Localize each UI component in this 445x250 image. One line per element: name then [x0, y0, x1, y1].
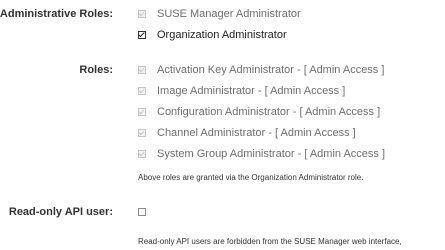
- readonly-api-user-option[interactable]: [138, 205, 146, 219]
- role-image-administrator: Image Administrator - [ Admin Access ]: [138, 84, 345, 98]
- organization-administrator-option[interactable]: Organization Administrator: [138, 28, 287, 42]
- role-system-group-administrator-label: System Group Administrator - [ Admin Acc…: [157, 148, 386, 160]
- role-activation-key-administrator-label: Activation Key Administrator - [ Admin A…: [157, 64, 385, 76]
- role-channel-administrator-label: Channel Administrator - [ Admin Access ]: [157, 127, 356, 139]
- role-channel-administrator-checkbox: [138, 129, 146, 137]
- administrative-roles-label: Administrative Roles:: [0, 8, 113, 20]
- role-activation-key-administrator-checkbox: [138, 66, 146, 74]
- readonly-api-help-text: Read-only API users are forbidden from t…: [138, 237, 402, 246]
- roles-help-text: Above roles are granted via the Organiza…: [138, 173, 364, 182]
- readonly-api-user-checkbox[interactable]: [138, 208, 146, 216]
- role-system-group-administrator: System Group Administrator - [ Admin Acc…: [138, 147, 385, 161]
- suse-manager-administrator-label: SUSE Manager Administrator: [157, 8, 301, 20]
- role-channel-administrator: Channel Administrator - [ Admin Access ]: [138, 126, 356, 140]
- suse-manager-administrator-option: SUSE Manager Administrator: [138, 7, 301, 21]
- role-system-group-administrator-checkbox: [138, 150, 146, 158]
- suse-manager-administrator-checkbox: [138, 10, 146, 18]
- organization-administrator-label[interactable]: Organization Administrator: [157, 28, 287, 42]
- role-configuration-administrator-checkbox: [138, 108, 146, 116]
- readonly-api-user-label: Read-only API user:: [8, 206, 113, 218]
- roles-label: Roles:: [79, 64, 113, 76]
- role-image-administrator-label: Image Administrator - [ Admin Access ]: [157, 85, 346, 97]
- organization-administrator-checkbox[interactable]: [138, 31, 146, 39]
- role-image-administrator-checkbox: [138, 87, 146, 95]
- role-configuration-administrator-label: Configuration Administrator - [ Admin Ac…: [157, 106, 381, 118]
- role-configuration-administrator: Configuration Administrator - [ Admin Ac…: [138, 105, 380, 119]
- role-activation-key-administrator: Activation Key Administrator - [ Admin A…: [138, 63, 384, 77]
